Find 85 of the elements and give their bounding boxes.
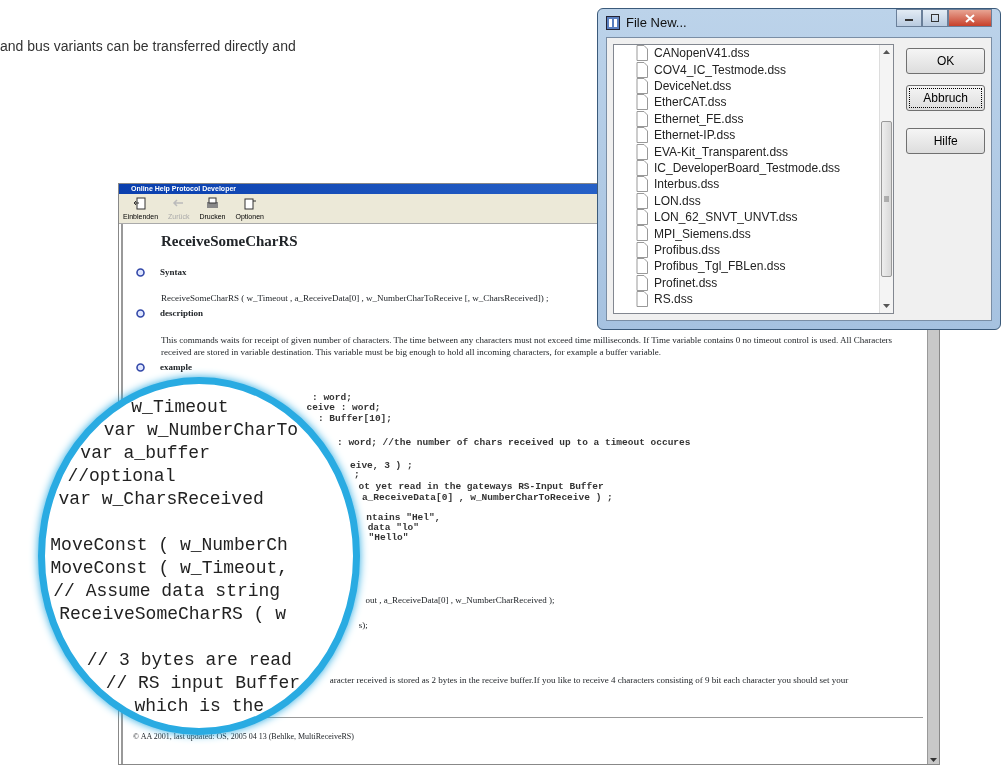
file-icon	[636, 209, 648, 226]
section-text: ReceiveSomeCharRS ( w_Timeout , a_ReceiveData[0] , w_NumberCharToReceive [, w_CharsReceived]) ;	[161, 292, 549, 304]
maximize-icon	[930, 14, 940, 22]
panel-icon	[133, 196, 148, 211]
dialog-button[interactable]: Abbruch	[906, 85, 985, 111]
file-icon	[636, 127, 648, 144]
code-line: var w_NumberCharTo	[103, 419, 299, 442]
bullet-icon	[136, 267, 145, 277]
dialog-button[interactable]: Hilfe	[906, 128, 985, 154]
file-icon	[636, 241, 648, 258]
file-icon	[636, 258, 648, 275]
code-line: var w_CharsReceived	[58, 488, 264, 511]
section-title: description	[160, 307, 203, 320]
file-item[interactable]: RS.dss	[636, 290, 880, 308]
section-title: example	[160, 360, 192, 374]
bullet-icon	[136, 309, 145, 319]
minimize-button[interactable]	[896, 9, 922, 27]
grip-icon	[884, 196, 890, 202]
code-line: ReceiveSomeCharRS ( w	[59, 603, 286, 626]
file-item[interactable]: Profibus_Tgl_FBLen.dss	[636, 258, 880, 275]
code-line: //optional	[67, 465, 176, 488]
file-icon	[636, 77, 648, 94]
scroll-thumb[interactable]	[881, 121, 893, 277]
file-item[interactable]: COV4_IC_Testmode.dss	[636, 61, 880, 78]
file-icon	[636, 192, 648, 209]
file-item[interactable]: Profibus.dss	[636, 241, 880, 259]
app-icon	[606, 16, 620, 30]
code-line: var a_buffer	[80, 442, 210, 465]
file-icon	[636, 225, 648, 242]
file-icon	[636, 94, 648, 111]
bullet-icon	[136, 362, 145, 372]
code-line: ;	[354, 469, 360, 482]
file-icon	[636, 61, 648, 78]
topic-heading: ReceiveSomeCharRS	[161, 232, 298, 251]
maximize-button[interactable]	[922, 9, 948, 27]
file-item[interactable]: DeviceNet.dss	[636, 77, 880, 95]
text-line: out , a_ReceiveData[0] , w_NumberCharReceived );	[365, 594, 555, 607]
file-item[interactable]: LON.dss	[636, 192, 880, 209]
code-line: // Assume data string	[53, 580, 281, 603]
close-button[interactable]	[948, 9, 992, 27]
close-icon	[965, 13, 975, 23]
file-item[interactable]: Profinet.dss	[636, 274, 880, 291]
text-line: s);	[358, 619, 368, 632]
file-icon	[636, 159, 648, 176]
text-line: aracter received is stored as 2 bytes in the receive buffer.If you like to receive 4 characters consisting of 9 bit each character you should set your	[329, 674, 849, 687]
code-line: // RS input Buffer	[105, 672, 301, 695]
file-icon	[636, 274, 648, 291]
file-item[interactable]: EVA-Kit_Transparent.dss	[636, 143, 880, 160]
section-title: Syntax	[160, 265, 187, 279]
code-line: : Buffer[10];	[317, 412, 393, 426]
code-line: MoveConst ( w_Timeout,	[50, 557, 289, 580]
code-line: : word;	[312, 391, 352, 403]
code-line: which is the	[134, 695, 265, 718]
up-arrow-icon	[882, 49, 892, 55]
file-item[interactable]: IC_DeveloperBoard_Testmode.dss	[636, 159, 880, 177]
file-icon	[636, 143, 648, 160]
code-line: MoveConst ( w_NumberCh	[50, 534, 288, 557]
file-item[interactable]: Ethernet-IP.dss	[636, 126, 880, 144]
down-arrow-icon	[882, 303, 892, 309]
dialog-title: File New...	[626, 14, 687, 33]
section-text: This commands waits for receipt of given number of characters. The time between any characters must not exceed time milliseconds. If Time variable contains 0 no timeout control is used. All Characters received are stored in variable destination. This variable must be big enough to hold all incoming characters, for example a buffer variable.	[161, 333, 894, 358]
footer-text: © AA 2001, last updated: OS, 2005 04 13 (Behlke, MultiReceiveRS)	[133, 731, 354, 743]
printer-icon	[204, 196, 220, 211]
code-line: a_ReceiveData[0] , w_NumberCharToReceive ) ;	[361, 491, 613, 505]
code-line: ceive : word;	[306, 402, 381, 414]
code-line: ntains "Hel",	[366, 511, 441, 523]
code-line: : word; //the number of chars received up to a timeout occures	[337, 436, 691, 450]
file-item[interactable]: EtherCAT.dss	[636, 94, 880, 111]
document-icon	[242, 196, 258, 211]
file-item[interactable]: MPI_Siemens.dss	[636, 225, 880, 242]
code-line: ot yet read in the gateways RS-Input Buffer	[358, 480, 604, 493]
file-item[interactable]: LON_62_SNVT_UNVT.dss	[636, 208, 880, 226]
dialog-button[interactable]: OK	[906, 48, 985, 74]
file-icon	[636, 291, 648, 308]
code-line: w_Timeout	[131, 396, 229, 419]
file-icon	[636, 176, 648, 193]
code-line: data "lo"	[367, 522, 419, 533]
file-item[interactable]: CANopenV41.dss	[636, 45, 880, 62]
code-line: "Hello"	[368, 531, 409, 545]
brochure-text: and bus variants can be transferred directly and	[0, 37, 296, 56]
file-item[interactable]: Ethernet_FE.dss	[636, 110, 880, 127]
code-line: eive, 3 ) ;	[350, 459, 413, 472]
code-line: // 3 bytes are read	[86, 649, 292, 672]
down-arrow-icon	[928, 755, 939, 764]
file-icon	[636, 110, 648, 127]
